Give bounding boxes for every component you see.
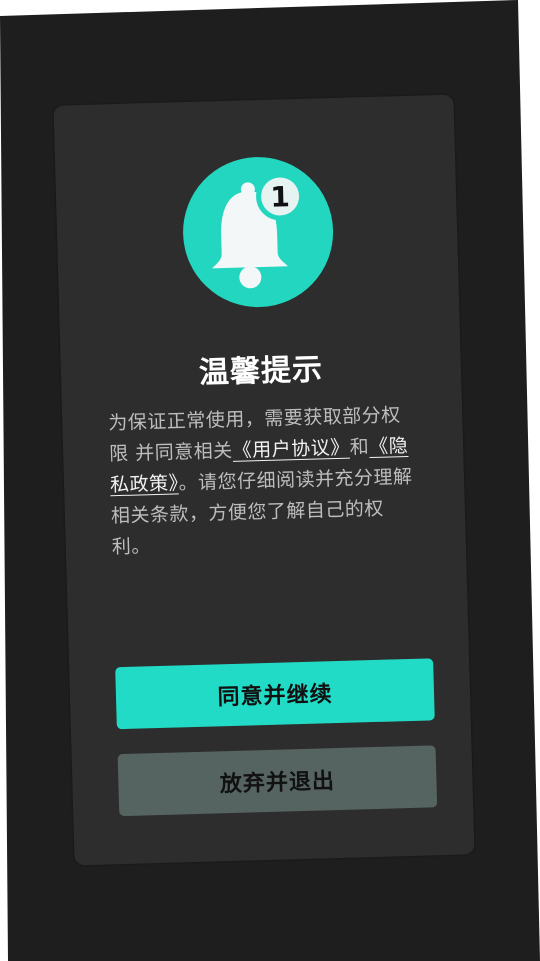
dialog-title: 温馨提示 xyxy=(198,352,324,391)
dialog-message: 为保证正常使用，需要获取部分权限 并同意相关《用户协议》和《隐私政策》。请您仔细… xyxy=(108,400,420,564)
notification-count: 1 xyxy=(270,180,290,214)
bell-icon: 1 xyxy=(212,172,305,289)
message-and: 和 xyxy=(349,436,370,459)
agree-continue-button[interactable]: 同意并继续 xyxy=(115,658,435,730)
decline-exit-button[interactable]: 放弃并退出 xyxy=(117,745,438,817)
permission-dialog: 1 温馨提示 为保证正常使用，需要获取部分权限 并同意相关《用户协议》和《隐私政… xyxy=(53,94,475,866)
bell-icon-badge: 1 xyxy=(181,155,336,310)
user-agreement-link[interactable]: 《用户协议》 xyxy=(232,437,350,462)
screen: 1 温馨提示 为保证正常使用，需要获取部分权限 并同意相关《用户协议》和《隐私政… xyxy=(0,0,540,961)
